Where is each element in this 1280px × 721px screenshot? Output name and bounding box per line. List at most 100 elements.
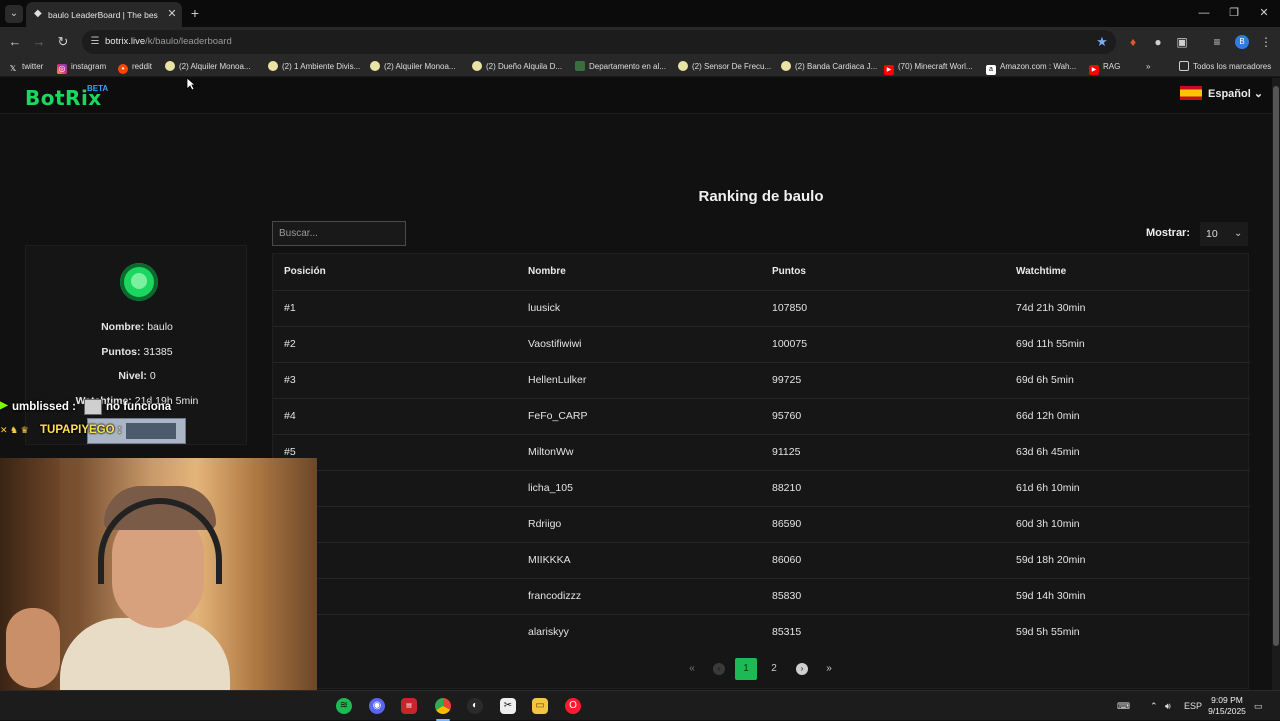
bookmark-item[interactable]: (2) Sensor De Frecu...: [678, 60, 771, 74]
marketplace-icon: [472, 61, 482, 71]
site-info-icon[interactable]: ☰: [88, 35, 102, 49]
row-watchtime: 59d 14h 30min: [1016, 590, 1086, 602]
prev-page-icon[interactable]: ‹: [708, 658, 730, 680]
more-bookmarks-icon[interactable]: »: [1146, 60, 1150, 74]
tab-favicon-icon: ◆: [34, 8, 42, 19]
column-header-position[interactable]: Posición: [284, 266, 326, 277]
row-points: 85315: [772, 626, 802, 638]
keyboard-icon[interactable]: ⌨: [1117, 700, 1130, 712]
capcut-icon[interactable]: ✂: [500, 698, 516, 714]
browser-menu-icon[interactable]: ⋮: [1258, 34, 1274, 50]
row-position: #1: [284, 302, 296, 314]
tab-search-icon[interactable]: ⌄: [5, 5, 23, 23]
profile-name: Nombre: baulo: [101, 321, 173, 333]
page-size-select[interactable]: 10 ⌄: [1200, 222, 1248, 246]
restore-icon[interactable]: ❐: [1226, 5, 1242, 21]
table-row: #1 luusick 107850 74d 21h 30min: [273, 290, 1250, 326]
row-points: 91125: [772, 446, 801, 458]
x-icon: 𝕏: [9, 64, 17, 73]
bookmark-item[interactable]: • reddit: [118, 60, 152, 74]
extension-icon[interactable]: ●: [1150, 34, 1166, 50]
bookmark-item[interactable]: Departamento en al...: [575, 60, 666, 74]
back-icon[interactable]: ←: [7, 34, 23, 50]
column-header-name[interactable]: Nombre: [528, 266, 566, 277]
column-header-watchtime[interactable]: Watchtime: [1016, 266, 1066, 277]
volume-icon[interactable]: 🔊︎: [1165, 700, 1171, 712]
app-icon[interactable]: ▤: [401, 698, 417, 714]
row-name: MiltonWw: [528, 446, 574, 458]
row-watchtime: 63d 6h 45min: [1016, 446, 1080, 458]
marketplace-icon: [268, 61, 278, 71]
all-bookmarks-folder[interactable]: Todos los marcadores: [1179, 60, 1271, 74]
browser-tab[interactable]: ◆ baulo LeaderBoard | The best C ✕: [26, 2, 182, 27]
clock-time: 9:09 PM: [1211, 695, 1243, 705]
reload-icon[interactable]: ↻: [55, 34, 71, 50]
row-position: #4: [284, 410, 296, 422]
page-2-button[interactable]: 2: [763, 658, 785, 680]
bookmark-item[interactable]: ◎ instagram: [57, 60, 106, 74]
bookmarks-bar: 𝕏twitter ◎ instagram • reddit (2) Alquiler…: [0, 57, 1280, 77]
bookmark-item[interactable]: (2) 1 Ambiente Divis...: [268, 60, 360, 74]
reddit-icon: •: [118, 64, 128, 74]
bookmark-item[interactable]: (2) Alquiler Monoa...: [165, 60, 251, 74]
minimize-icon[interactable]: —: [1196, 5, 1212, 21]
spotify-icon[interactable]: ≋: [336, 698, 352, 714]
row-position: #3: [284, 374, 296, 386]
bookmark-item[interactable]: ▶ (70) Minecraft Worl...: [884, 60, 973, 75]
row-points: 99725: [772, 374, 802, 386]
file-explorer-icon[interactable]: ▭: [532, 698, 548, 714]
bookmark-item[interactable]: a Amazon.com : Wah...: [986, 60, 1076, 75]
table-row: francodizzz 85830 59d 14h 30min: [273, 578, 1250, 614]
discord-icon[interactable]: ◉: [369, 698, 385, 714]
bookmark-item[interactable]: (2) Banda Cardiaca J...: [781, 60, 877, 74]
system-clock[interactable]: 9:09 PM 9/15/2025: [1204, 695, 1250, 717]
column-header-points[interactable]: Puntos: [772, 266, 806, 277]
bookmark-item[interactable]: (2) Dueño Alquila D...: [472, 60, 562, 74]
show-hidden-icons-icon[interactable]: ⌃: [1150, 700, 1158, 712]
table-row: #4 FeFo_CARP 95760 66d 12h 0min: [273, 398, 1250, 434]
row-points: 86590: [772, 518, 802, 530]
first-page-icon[interactable]: «: [681, 658, 703, 680]
bookmark-item[interactable]: (2) Alquiler Monoa...: [370, 60, 456, 74]
bookmark-item[interactable]: 𝕏twitter: [8, 60, 44, 74]
bookmark-item[interactable]: ▶ RAG: [1089, 60, 1120, 75]
opera-icon[interactable]: O: [565, 698, 581, 714]
browser-tab-strip: ⌄ ◆ baulo LeaderBoard | The best C ✕ + —…: [0, 0, 1280, 27]
row-points: 85830: [772, 590, 802, 602]
chat-badge-icon: ▶: [0, 400, 8, 411]
extensions-puzzle-icon[interactable]: ▣: [1174, 34, 1190, 50]
last-page-icon[interactable]: »: [818, 658, 840, 680]
table-row: #5 MiltonWw 91125 63d 6h 45min: [273, 434, 1250, 470]
reading-list-icon[interactable]: ≡: [1209, 34, 1225, 50]
address-bar[interactable]: ☰ botrix.live/k/baulo/leaderboard ★: [82, 30, 1116, 54]
page-scrollbar-thumb[interactable]: [1273, 86, 1279, 646]
input-language[interactable]: ESP: [1184, 700, 1202, 712]
forward-icon[interactable]: →: [31, 34, 47, 50]
profile-points: Puntos: 31385: [101, 346, 173, 358]
bookmark-star-icon[interactable]: ★: [1094, 34, 1110, 50]
tab-close-icon[interactable]: ✕: [166, 8, 178, 20]
leaderboard-table: Posición Nombre Puntos Watchtime #1 luus…: [272, 253, 1250, 689]
chat-message: no funciona: [106, 401, 172, 413]
table-row: #3 HellenLulker 99725 69d 6h 5min: [273, 362, 1250, 398]
close-window-icon[interactable]: ✕: [1256, 5, 1272, 21]
new-tab-icon[interactable]: +: [188, 6, 202, 20]
webcam-overlay: [0, 458, 317, 720]
search-input[interactable]: [272, 221, 406, 246]
chrome-icon[interactable]: [435, 698, 451, 714]
row-watchtime: 61d 6h 10min: [1016, 482, 1080, 494]
row-name: licha_105: [528, 482, 573, 494]
language-selector[interactable]: Español ⌄: [1180, 86, 1263, 102]
profile-level: Nivel: 0: [118, 370, 156, 382]
profile-avatar[interactable]: B: [1235, 35, 1249, 49]
image-icon: [575, 61, 585, 71]
table-row: MIIKKKA 86060 59d 18h 20min: [273, 542, 1250, 578]
notifications-icon[interactable]: ▭: [1254, 700, 1263, 712]
show-label: Mostrar:: [1146, 227, 1191, 239]
obs-icon[interactable]: ◐: [467, 698, 483, 714]
row-watchtime: 59d 5h 55min: [1016, 626, 1080, 638]
row-watchtime: 66d 12h 0min: [1016, 410, 1080, 422]
page-1-button[interactable]: 1: [735, 658, 757, 680]
next-page-icon[interactable]: ›: [791, 658, 813, 680]
extension-icon[interactable]: ♦: [1125, 34, 1141, 50]
